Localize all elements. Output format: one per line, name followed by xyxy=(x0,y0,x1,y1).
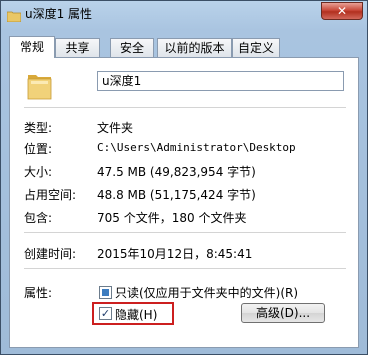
type-value: 文件夹 xyxy=(97,121,134,135)
created-label: 创建时间: xyxy=(24,247,77,261)
close-icon: ✕ xyxy=(336,4,348,18)
folder-icon xyxy=(27,69,53,101)
contains-value: 705 个文件，180 个文件夹 xyxy=(97,211,247,225)
tab-sharing[interactable]: 共享 xyxy=(55,38,100,57)
size-value: 47.5 MB (49,823,954 字节) xyxy=(97,165,256,179)
disk-size-label: 占用空间: xyxy=(24,188,77,202)
readonly-label[interactable]: 只读(仅应用于文件夹中的文件)(R) xyxy=(115,284,298,301)
contains-label: 包含: xyxy=(24,211,53,225)
tab-customize[interactable]: 自定义 xyxy=(232,38,280,57)
location-label: 位置: xyxy=(24,142,53,156)
tab-security[interactable]: 安全 xyxy=(110,38,154,57)
readonly-checkbox[interactable] xyxy=(99,286,112,299)
location-value: C:\Users\Administrator\Desktop xyxy=(97,141,296,154)
title-bar[interactable]: u深度1 属性 ✕ xyxy=(1,1,367,27)
window-title: u深度1 属性 xyxy=(25,7,93,21)
tab-general[interactable]: 常规 xyxy=(9,36,55,58)
divider xyxy=(24,268,346,269)
advanced-button[interactable]: 高级(D)... xyxy=(241,303,325,323)
divider xyxy=(24,232,346,233)
tab-previous-versions[interactable]: 以前的版本 xyxy=(157,38,232,57)
attributes-label: 属性: xyxy=(24,286,53,300)
folder-name-input[interactable]: u深度1 xyxy=(97,71,344,91)
hidden-checkbox[interactable]: ✓ xyxy=(99,307,112,320)
close-button[interactable]: ✕ xyxy=(321,2,363,20)
tab-strip: 常规 共享 安全 以前的版本 自定义 xyxy=(9,36,359,58)
hidden-label[interactable]: 隐藏(H) xyxy=(115,306,157,323)
type-label: 类型: xyxy=(24,121,53,135)
divider xyxy=(24,107,346,108)
created-value: 2015年10月12日，8:45:41 xyxy=(97,247,253,261)
disk-size-value: 48.8 MB (51,175,424 字节) xyxy=(97,188,256,202)
size-label: 大小: xyxy=(24,165,53,179)
folder-icon xyxy=(6,7,22,23)
